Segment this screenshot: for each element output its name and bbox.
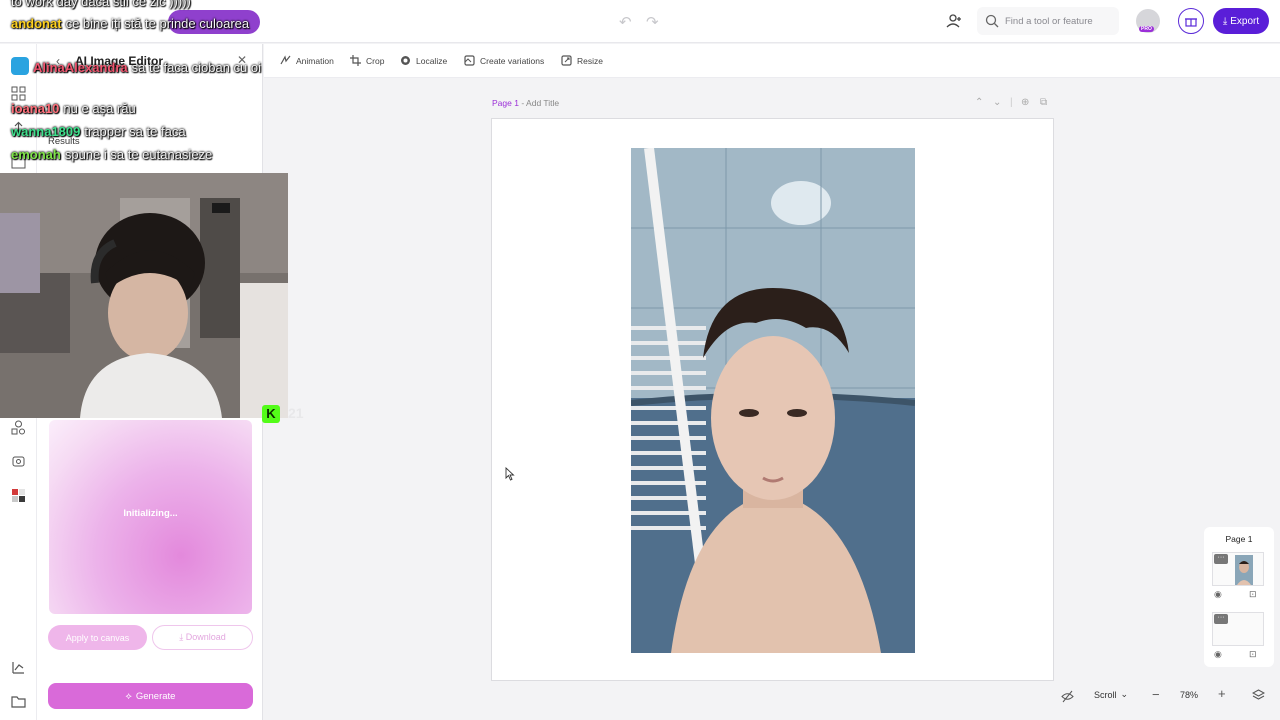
download-label: Download — [185, 632, 226, 642]
lock-icon[interactable]: ⊡ — [1249, 649, 1257, 660]
layer-preview — [1235, 555, 1253, 585]
download-button[interactable]: ⤓ Download — [152, 625, 253, 650]
visibility-icon[interactable]: ◉ — [1214, 649, 1222, 660]
chat-text: trapper sa te faca — [84, 124, 186, 139]
undo-icon[interactable]: ↶ — [619, 13, 632, 31]
page-up-icon[interactable]: ⌃ — [975, 97, 983, 108]
more-icon[interactable]: ··· — [1214, 554, 1228, 564]
chat-username: AlinaAlexandra — [33, 60, 128, 75]
divider: | — [1010, 97, 1013, 108]
chat-username: emonah — [11, 147, 61, 162]
tool-resize[interactable]: Resize — [561, 55, 603, 66]
chat-message: emonah spune i sa te eutanasieze — [11, 147, 212, 162]
chat-message: andonat ce bine iți stă te prinde culoare… — [11, 15, 261, 33]
apply-to-canvas-button[interactable]: Apply to canvas — [48, 625, 147, 650]
chat-text: nu e așa rău — [63, 101, 136, 116]
mouse-cursor-icon — [505, 467, 515, 481]
tool-localize[interactable]: Localize — [400, 55, 447, 66]
viewer-count: 21 — [288, 405, 304, 421]
chat-text: ce bine iți stă te prinde culoarea — [65, 16, 250, 31]
crop-icon — [350, 55, 361, 66]
globe-icon — [401, 56, 410, 65]
search-icon — [985, 14, 999, 28]
variations-icon — [464, 55, 475, 66]
chat-message: wanna1809 trapper sa te faca — [11, 124, 186, 139]
folder-icon[interactable] — [11, 694, 26, 709]
gift-icon — [1185, 18, 1197, 27]
download-icon: ⤓ — [1222, 15, 1228, 27]
tool-label: Resize — [577, 55, 603, 66]
layers-icon[interactable] — [1252, 689, 1265, 702]
generation-status: Initializing... — [123, 508, 178, 519]
generation-preview: Initializing... — [49, 420, 252, 614]
redo-icon[interactable]: ↷ — [646, 13, 659, 31]
search-input[interactable] — [1005, 15, 1115, 27]
resize-icon — [561, 55, 572, 66]
more-icon[interactable]: ··· — [1214, 614, 1228, 624]
tool-create-variations[interactable]: Create variations — [464, 55, 544, 66]
pages-panel-title: Page 1 — [1225, 534, 1253, 544]
chat-text: to work day daca stii ce zic ))))) — [11, 0, 191, 9]
kick-icon: K — [262, 405, 280, 423]
page-header: Page 1 - Add Title — [492, 98, 560, 108]
canvas-page[interactable] — [491, 118, 1054, 681]
pro-badge: PRO — [1139, 26, 1154, 32]
webcam-image — [0, 173, 288, 418]
pages-panel: Page 1 ··· ◉ ⊡ ··· ◉ ⊡ — [1204, 527, 1274, 667]
tool-animation[interactable]: Animation — [280, 55, 334, 66]
hide-icon[interactable] — [1061, 690, 1074, 703]
chevron-down-icon: ⌄ — [1120, 689, 1129, 699]
portrait-photo[interactable] — [631, 148, 915, 653]
tool-label: Crop — [366, 55, 385, 66]
chat-username: andonat — [11, 16, 62, 31]
zoom-level[interactable]: 78% — [1180, 690, 1198, 700]
ai-tools-icon[interactable] — [11, 488, 26, 503]
search-box[interactable] — [977, 7, 1119, 35]
export-label: Export — [1230, 15, 1260, 27]
layer-thumbnail-background[interactable]: ··· — [1212, 612, 1264, 646]
chat-text: spune i sa te eutanasieze — [64, 147, 213, 162]
tool-label: Create variations — [480, 55, 545, 66]
add-page-icon[interactable]: ⊕ — [1021, 97, 1029, 108]
scroll-mode-select[interactable]: Scroll ⌄ — [1094, 689, 1128, 700]
elements-icon[interactable] — [11, 420, 26, 435]
share-user-icon[interactable] — [945, 12, 963, 30]
zoom-out-icon[interactable]: − — [1152, 687, 1160, 702]
charts-icon[interactable] — [11, 660, 26, 675]
chat-message: AlinaAlexandra sa te faca cioban cu oi — [33, 59, 288, 77]
duplicate-page-icon[interactable]: ⧉ — [1040, 97, 1047, 108]
chat-username: wanna1809 — [11, 124, 81, 139]
page-down-icon[interactable]: ⌄ — [993, 97, 1001, 108]
tool-label: Localize — [416, 55, 448, 66]
export-button[interactable]: ⤓ Export — [1213, 8, 1269, 34]
generate-label: Generate — [135, 690, 176, 702]
chat-message: to work day daca stii ce zic ))))) — [11, 0, 191, 9]
layer-thumbnail-photo[interactable]: ··· — [1212, 552, 1264, 586]
lock-icon[interactable]: ⊡ — [1249, 589, 1257, 600]
generate-button[interactable]: ⟡ Generate — [48, 683, 253, 709]
gift-button[interactable] — [1178, 8, 1204, 34]
webcam-overlay — [0, 173, 288, 418]
photo-image — [631, 148, 915, 653]
context-toolbar: Animation Crop Localize Create variation… — [264, 44, 1280, 78]
visibility-icon[interactable]: ◉ — [1214, 589, 1222, 600]
tool-label: Animation — [296, 55, 334, 66]
page-title-input[interactable]: Add Title — [526, 98, 559, 108]
page-number: Page 1 — [492, 98, 519, 108]
sparkle-icon: ⟡ — [125, 690, 132, 702]
tool-crop[interactable]: Crop — [350, 55, 384, 66]
chat-app-icon — [11, 57, 29, 75]
chat-message: ioana10 nu e așa rău — [11, 101, 136, 116]
chat-username: ioana10 — [11, 101, 60, 116]
scroll-mode-label: Scroll — [1094, 689, 1117, 700]
chat-text: sa te faca cioban cu oi — [131, 60, 262, 75]
zoom-in-icon[interactable]: + — [1218, 686, 1226, 701]
brand-icon[interactable] — [11, 454, 26, 469]
apps-icon[interactable] — [11, 86, 26, 101]
